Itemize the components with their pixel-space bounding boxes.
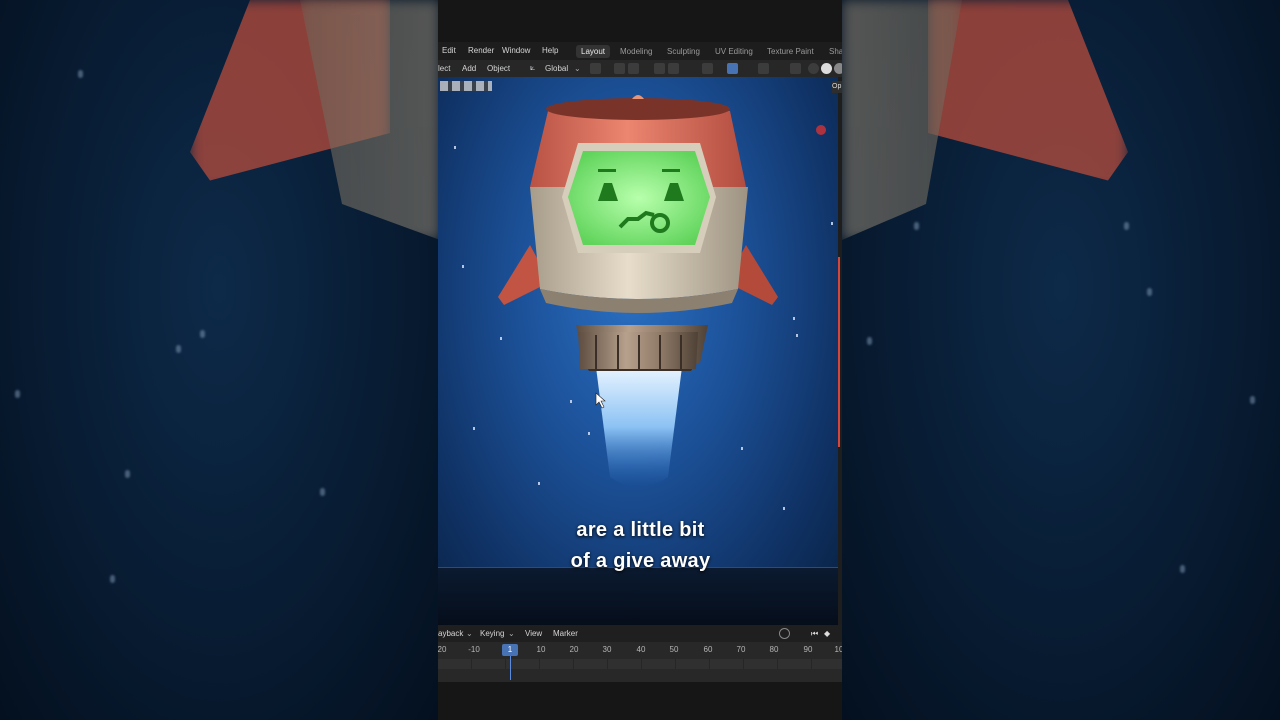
frame-tick: 90: [803, 645, 813, 654]
solid-shading-icon[interactable]: [821, 63, 832, 74]
transform-orientation-dropdown[interactable]: Global: [545, 64, 568, 73]
star: [1147, 288, 1152, 296]
timeline-ruler: [438, 659, 842, 669]
blurred-background-left: [0, 0, 438, 720]
blurred-background-right: [842, 0, 1280, 720]
overlays-icon[interactable]: [758, 63, 769, 74]
frame-tick: 10: [536, 645, 546, 654]
rocket-face-screen: [568, 151, 710, 245]
object-menu[interactable]: Object: [487, 64, 510, 73]
star: [200, 330, 205, 338]
frame-tick: 10: [834, 645, 842, 654]
select-menu[interactable]: lect: [438, 64, 450, 73]
view-menu[interactable]: View: [525, 629, 542, 638]
frame-tick: 50: [669, 645, 679, 654]
proportional-edit-icon[interactable]: [654, 63, 665, 74]
star: [78, 70, 83, 78]
blurred-rocket-fin: [928, 0, 1128, 181]
workspace-tab-uv-editing[interactable]: UV Editing: [710, 45, 758, 58]
keyframe-prev-icon[interactable]: ◆: [824, 629, 830, 638]
workspace-tab-texture-paint[interactable]: Texture Paint: [762, 45, 819, 58]
frame-tick: 60: [703, 645, 713, 654]
star: [914, 222, 919, 230]
workspace-tab-sculpting[interactable]: Sculpting: [662, 45, 705, 58]
wireframe-shading-icon[interactable]: [808, 63, 819, 74]
star: [125, 470, 130, 478]
frame-tick: 20: [569, 645, 579, 654]
star: [1180, 565, 1185, 573]
transform-orientation-icon: ⟀: [530, 62, 536, 72]
gizmo-x-axis[interactable]: [816, 125, 826, 135]
menu-render[interactable]: Render: [468, 46, 494, 55]
jump-to-start-icon[interactable]: ⏮: [811, 629, 818, 639]
workspace-tab-modeling[interactable]: Modeling: [615, 45, 657, 58]
playback-menu[interactable]: ayback: [438, 629, 463, 638]
star: [176, 345, 181, 353]
active-indicator: [838, 257, 840, 447]
rocket-exhaust-ports: [578, 332, 698, 369]
pivot-point-icon[interactable]: [590, 63, 601, 74]
snap-icon[interactable]: [614, 63, 625, 74]
subtitle-line-2: of a give away: [570, 550, 711, 572]
rocket-flame: [596, 367, 682, 487]
timeline-header: ayback ⌄ Keying ⌄ View Marker ⏮ ◆: [438, 625, 842, 642]
viewport-header: lect Add Object ⟀ Global ⌄: [438, 60, 842, 77]
playhead[interactable]: [510, 656, 511, 680]
current-frame-indicator[interactable]: 1: [502, 644, 518, 656]
selection-mode-icons[interactable]: [440, 81, 492, 91]
video-subtitle: are a little bit of a give away: [553, 515, 728, 577]
subtitle-line-1: are a little bit: [576, 519, 705, 541]
add-menu[interactable]: Add: [462, 64, 476, 73]
rocket-antenna: [632, 95, 644, 99]
star: [110, 575, 115, 583]
snap-increment-icon[interactable]: [628, 63, 639, 74]
chevron-down-icon: ⌄: [466, 629, 473, 638]
workspace-tab-shading[interactable]: Sha: [824, 45, 842, 58]
visibility-icon[interactable]: [702, 63, 713, 74]
menu-edit[interactable]: Edit: [442, 46, 456, 55]
frame-tick: 70: [736, 645, 746, 654]
marker-menu[interactable]: Marker: [553, 629, 578, 638]
properties-edge: [838, 77, 842, 625]
star: [1250, 396, 1255, 404]
keying-menu[interactable]: Keying: [480, 629, 504, 638]
star: [15, 390, 20, 398]
frame-tick: -10: [468, 645, 480, 654]
falloff-icon[interactable]: [668, 63, 679, 74]
star: [1124, 222, 1129, 230]
star: [320, 488, 325, 496]
blender-window: Edit Render Window Help Layout Modeling …: [438, 0, 842, 720]
chevron-down-icon: ⌄: [574, 64, 581, 73]
xray-icon[interactable]: [790, 63, 801, 74]
options-button[interactable]: Op: [832, 81, 842, 93]
top-menu-bar: Edit Render Window Help Layout Modeling …: [438, 42, 842, 60]
menu-window[interactable]: Window: [502, 46, 530, 55]
gizmo-toggle-icon[interactable]: [727, 63, 738, 74]
frame-tick: 20: [438, 645, 447, 654]
frame-tick: 30: [602, 645, 612, 654]
material-shading-icon[interactable]: [834, 63, 842, 74]
workspace-tab-layout[interactable]: Layout: [576, 45, 611, 58]
star: [867, 337, 872, 345]
status-area: [438, 682, 842, 720]
timeline-area[interactable]: 20 -10 1 10 20 30 40 50 60 70 80 90 10: [438, 642, 842, 682]
chevron-down-icon: ⌄: [508, 629, 515, 638]
frame-tick: 40: [636, 645, 646, 654]
auto-keying-icon[interactable]: [779, 628, 790, 639]
menu-help[interactable]: Help: [542, 46, 558, 55]
frame-tick: 80: [769, 645, 779, 654]
